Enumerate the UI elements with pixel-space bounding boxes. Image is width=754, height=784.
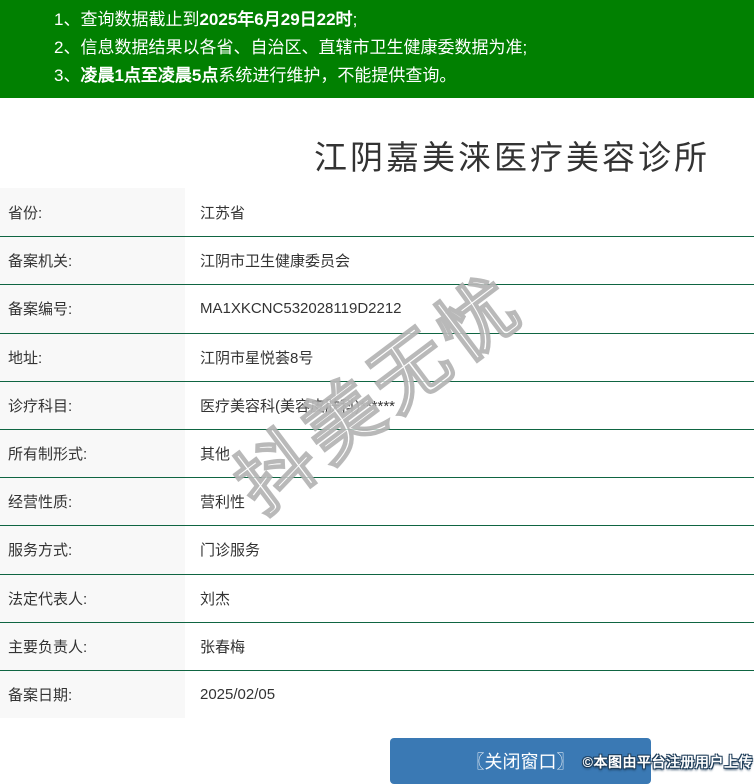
row-label: 地址: <box>0 334 185 381</box>
row-value: 营利性 <box>185 478 754 525</box>
row-label: 经营性质: <box>0 478 185 525</box>
table-row-ownership-form: 所有制形式: 其他 <box>0 429 754 477</box>
row-value: 刘杰 <box>185 575 754 622</box>
notice-text: 系统进行维护，不能提供查询。 <box>218 66 456 85</box>
notice-text: 查询数据截止到 <box>80 10 199 29</box>
row-label: 诊疗科目: <box>0 382 185 429</box>
table-row-service-mode: 服务方式: 门诊服务 <box>0 525 754 573</box>
notice-text-bold: 2025年6月29日22时 <box>199 10 352 29</box>
table-row-treatment-subjects: 诊疗科目: 医疗美容科(美容皮肤科)****** <box>0 381 754 429</box>
notice-banner: 1、查询数据截止到2025年6月29日22时; 2、信息数据结果以各省、自治区、… <box>0 0 754 98</box>
notice-item-1: 1、查询数据截止到2025年6月29日22时; <box>0 6 754 34</box>
row-value: 医疗美容科(美容皮肤科)****** <box>185 382 754 429</box>
row-label: 服务方式: <box>0 526 185 573</box>
page-title: 江阴嘉美涞医疗美容诊所 <box>314 131 710 179</box>
notice-text-bold: 凌晨1点至凌晨5点 <box>80 66 218 85</box>
row-label: 备案编号: <box>0 285 185 332</box>
row-label: 省份: <box>0 188 185 236</box>
row-value: 江苏省 <box>185 188 754 236</box>
row-label: 主要负责人: <box>0 623 185 670</box>
row-label: 备案日期: <box>0 671 185 718</box>
row-value: 门诊服务 <box>185 526 754 573</box>
row-label: 法定代表人: <box>0 575 185 622</box>
notice-item-2: 2、信息数据结果以各省、自治区、直辖市卫生健康委数据为准; <box>0 34 754 62</box>
table-row-filing-number: 备案编号: MA1XKCNC532028119D2212 <box>0 284 754 332</box>
notice-text: ; <box>353 10 358 29</box>
table-row-main-responsible-person: 主要负责人: 张春梅 <box>0 622 754 670</box>
row-value: 其他 <box>185 430 754 477</box>
table-row-legal-representative: 法定代表人: 刘杰 <box>0 574 754 622</box>
notice-number: 2、 <box>54 38 80 57</box>
notice-item-3: 3、凌晨1点至凌晨5点系统进行维护，不能提供查询。 <box>0 62 754 90</box>
table-row-filing-authority: 备案机关: 江阴市卫生健康委员会 <box>0 236 754 284</box>
row-value: MA1XKCNC532028119D2212 <box>185 285 754 332</box>
table-row-address: 地址: 江阴市星悦荟8号 <box>0 333 754 381</box>
notice-number: 3、 <box>54 66 80 85</box>
row-value: 江阴市卫生健康委员会 <box>185 237 754 284</box>
table-row-province: 省份: 江苏省 <box>0 188 754 236</box>
table-row-business-nature: 经营性质: 营利性 <box>0 477 754 525</box>
registration-table: 省份: 江苏省 备案机关: 江阴市卫生健康委员会 备案编号: MA1XKCNC5… <box>0 188 754 718</box>
row-label: 备案机关: <box>0 237 185 284</box>
image-attribution: ©本图由平台注册用户上传 <box>583 752 753 772</box>
row-value: 江阴市星悦荟8号 <box>185 334 754 381</box>
row-label: 所有制形式: <box>0 430 185 477</box>
table-row-filing-date: 备案日期: 2025/02/05 <box>0 670 754 718</box>
notice-number: 1、 <box>54 10 80 29</box>
row-value: 张春梅 <box>185 623 754 670</box>
row-value: 2025/02/05 <box>185 671 754 718</box>
notice-text: 信息数据结果以各省、自治区、直辖市卫生健康委数据为准; <box>80 38 527 57</box>
